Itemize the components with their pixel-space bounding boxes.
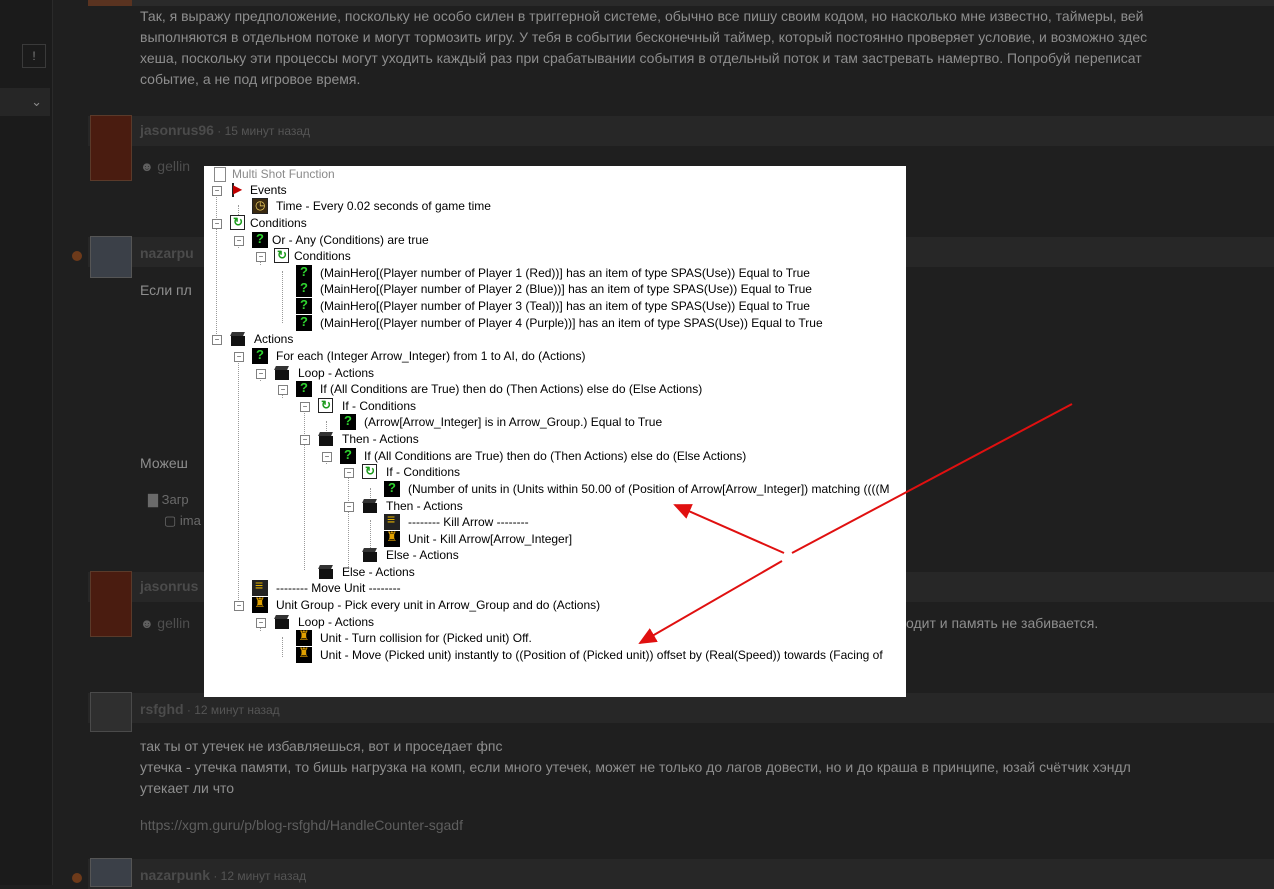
avatar <box>90 858 132 887</box>
document-icon <box>214 167 226 182</box>
reply-mention[interactable]: ☻ gellin <box>140 156 190 177</box>
condition-icon <box>230 214 245 230</box>
post-text-line: хеша, поскольку эти процессы могут уходи… <box>140 50 1142 66</box>
post-text-line: Так, я выражу предположение, поскольку н… <box>140 8 1144 24</box>
avatar <box>90 115 132 181</box>
post-text-line: утекает ли что <box>140 780 235 796</box>
question-icon <box>296 314 312 331</box>
collapse-icon[interactable]: − <box>234 352 244 362</box>
condition-icon <box>362 463 377 479</box>
timer-icon <box>252 197 268 214</box>
question-icon <box>296 380 312 397</box>
avatar <box>90 236 132 278</box>
post-text-line: одит и память не забивается. <box>906 615 1099 631</box>
post-author[interactable]: nazarpu <box>140 245 194 261</box>
avatar <box>88 0 132 6</box>
collapse-icon[interactable]: − <box>278 385 288 395</box>
question-icon <box>296 264 312 281</box>
flag-icon <box>230 181 246 198</box>
chevron-down-icon: ⌄ <box>31 94 42 109</box>
avatar <box>90 692 132 732</box>
unit-icon <box>384 529 400 547</box>
question-icon <box>296 297 312 314</box>
clapper-icon <box>274 614 290 630</box>
post-text-line: Если пл <box>140 282 192 298</box>
post-text-line: Можеш <box>140 455 188 471</box>
user-icon: ☻ <box>140 616 158 631</box>
alert-button[interactable]: ! <box>22 44 46 68</box>
clapper-icon <box>274 365 290 381</box>
reply-mention[interactable]: ☻ gellin <box>140 613 190 634</box>
trigger-screenshot: Multi Shot Function − Events Time - Ever… <box>204 166 906 697</box>
clapper-icon <box>318 431 334 447</box>
collapse-icon[interactable]: − <box>212 335 222 345</box>
collapse-icon[interactable]: − <box>256 618 266 628</box>
clapper-icon <box>318 564 334 580</box>
unit-icon <box>296 645 312 663</box>
collapse-icon[interactable]: − <box>344 468 354 478</box>
clapper-icon <box>362 547 378 563</box>
shield-icon <box>72 873 82 883</box>
post-link[interactable]: https://xgm.guru/p/blog-rsfghd/HandleCou… <box>140 815 463 836</box>
trigger-title: Multi Shot Function <box>232 167 335 181</box>
shield-icon <box>72 251 82 261</box>
image-file-icon: ▢ <box>164 513 180 528</box>
unit-group-icon <box>252 595 268 613</box>
condition-icon <box>274 247 289 263</box>
condition-icon <box>318 397 333 413</box>
collapse-icon[interactable]: − <box>256 369 266 379</box>
collapse-icon[interactable]: − <box>300 402 310 412</box>
avatar <box>90 571 132 637</box>
post-author[interactable]: jasonrus <box>140 578 198 594</box>
post-text-line: событие, а не под игровое время. <box>140 71 361 87</box>
collapse-icon[interactable]: − <box>212 219 222 229</box>
collapse-icon[interactable]: − <box>234 236 244 246</box>
attachment-file[interactable]: ▢ ima <box>164 510 201 531</box>
question-icon <box>252 347 268 364</box>
post-author[interactable]: nazarpunk · 12 минут назад <box>140 867 306 883</box>
left-rail: ! ⌄ <box>0 0 53 885</box>
post-author[interactable]: rsfghd · 12 минут назад <box>140 701 280 717</box>
rail-dropdown[interactable]: ⌄ <box>0 88 50 116</box>
question-icon <box>252 231 268 248</box>
user-icon: ☻ <box>140 159 158 174</box>
collapse-icon[interactable]: − <box>212 186 222 196</box>
clapper-icon <box>362 498 378 514</box>
collapse-icon[interactable]: − <box>344 502 354 512</box>
comment-icon <box>252 577 268 596</box>
folder-icon: ▇ <box>148 492 162 507</box>
question-icon <box>340 413 356 430</box>
comment-icon <box>384 511 400 530</box>
post-author[interactable]: jasonrus96 · 15 минут назад <box>140 122 310 138</box>
collapse-icon[interactable]: − <box>256 252 266 262</box>
clapper-icon <box>230 331 246 347</box>
collapse-icon[interactable]: − <box>322 452 332 462</box>
collapse-icon[interactable]: − <box>300 435 310 445</box>
question-icon <box>340 447 356 464</box>
collapse-icon[interactable]: − <box>234 601 244 611</box>
post-text-line: выполняются в отдельном потоке и могут т… <box>140 29 1148 45</box>
question-icon <box>296 280 312 297</box>
unit-icon <box>296 628 312 646</box>
attachment-folder[interactable]: ▇ Загр <box>148 489 189 510</box>
post-text-line: утечка - утечка памяти, то бишь нагрузка… <box>140 759 1131 775</box>
post-text-line: так ты от утечек не избавляешься, вот и … <box>140 738 503 754</box>
question-icon <box>384 480 400 497</box>
